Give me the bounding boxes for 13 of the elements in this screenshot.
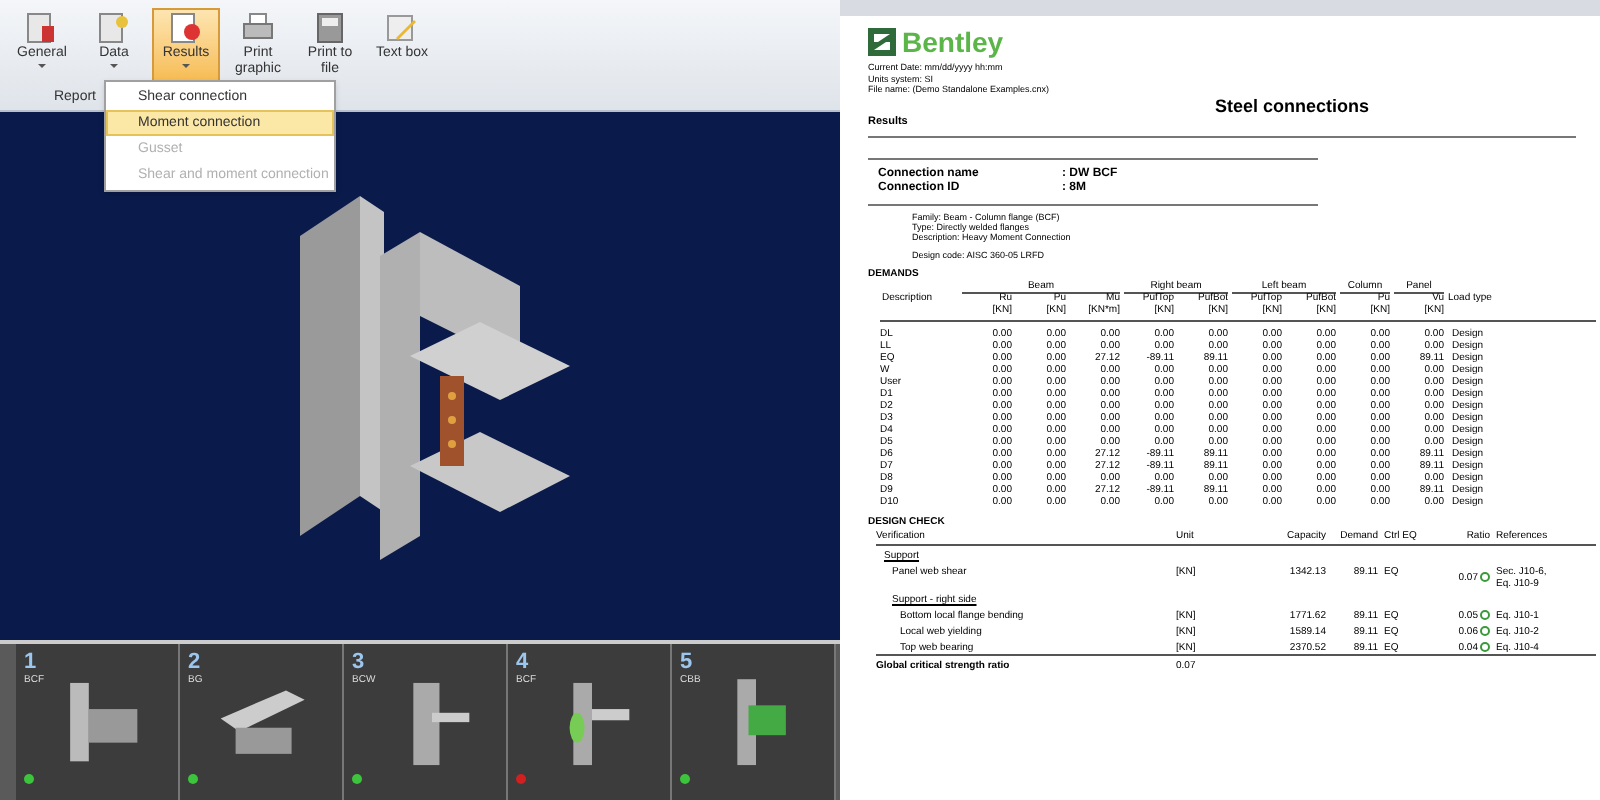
report-icon — [168, 10, 204, 46]
pencil-icon — [384, 10, 420, 46]
document-icon — [96, 10, 132, 46]
logo-text: Bentley — [902, 28, 1004, 56]
document-icon — [24, 10, 60, 46]
file-icon — [312, 10, 348, 46]
thumbnail-number: 2 — [188, 652, 203, 674]
thumbnail-number: 5 — [680, 652, 695, 674]
report-title: Steel connections — [1214, 95, 1370, 115]
logo-icon — [868, 28, 896, 56]
thumbnail-number: 4 — [516, 652, 531, 674]
thumbnail-number: 3 — [352, 652, 367, 674]
thumbnail-number: 1 — [24, 652, 39, 674]
